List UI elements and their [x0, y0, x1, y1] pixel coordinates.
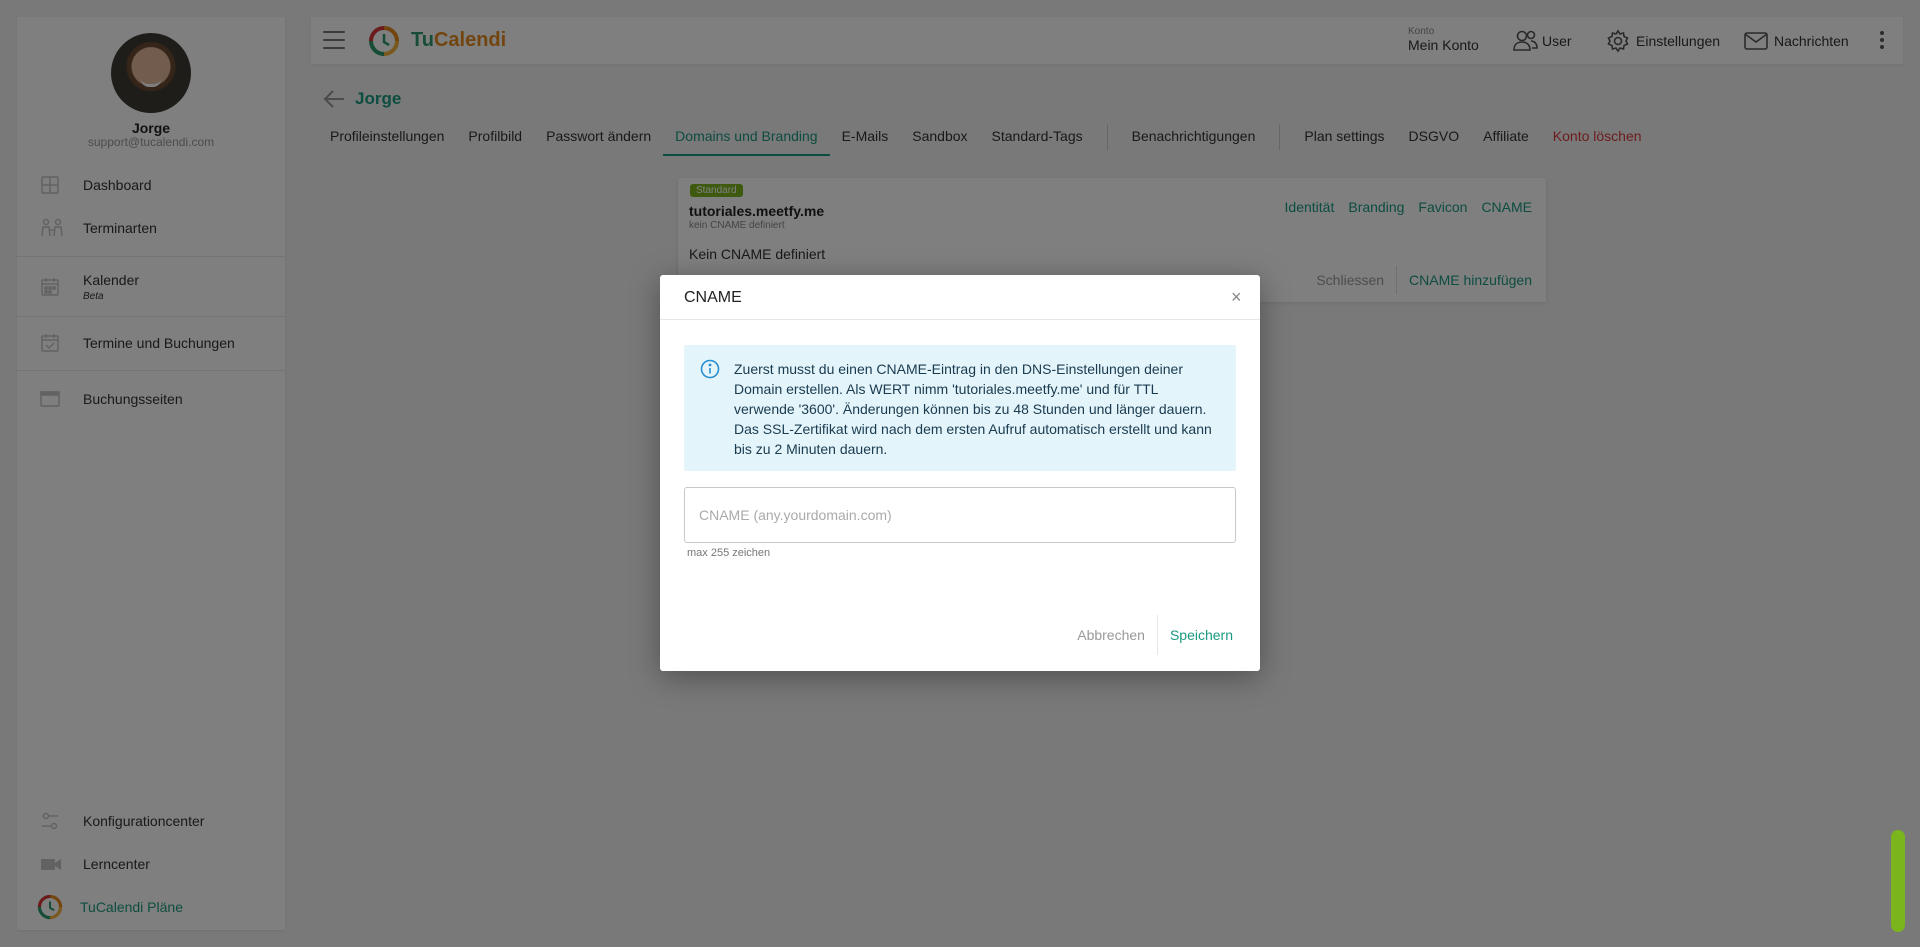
close-icon[interactable]: × [1231, 288, 1242, 306]
save-button[interactable]: Speichern [1158, 627, 1260, 643]
info-text: Zuerst musst du einen CNAME-Eintrag in d… [734, 361, 1212, 457]
info-icon [700, 359, 720, 379]
dialog-header: CNAME × [660, 275, 1260, 320]
input-hint: max 255 zeichen [687, 547, 771, 559]
info-alert: Zuerst musst du einen CNAME-Eintrag in d… [684, 345, 1236, 471]
dialog-footer: Abbrechen Speichern [1065, 615, 1260, 655]
dialog-title: CNAME [684, 289, 742, 306]
cname-input[interactable] [684, 487, 1236, 543]
cname-dialog: CNAME × Zuerst musst du einen CNAME-Eint… [660, 275, 1260, 671]
scrollbar-thumb[interactable] [1891, 830, 1905, 932]
cancel-button[interactable]: Abbrechen [1065, 627, 1157, 643]
